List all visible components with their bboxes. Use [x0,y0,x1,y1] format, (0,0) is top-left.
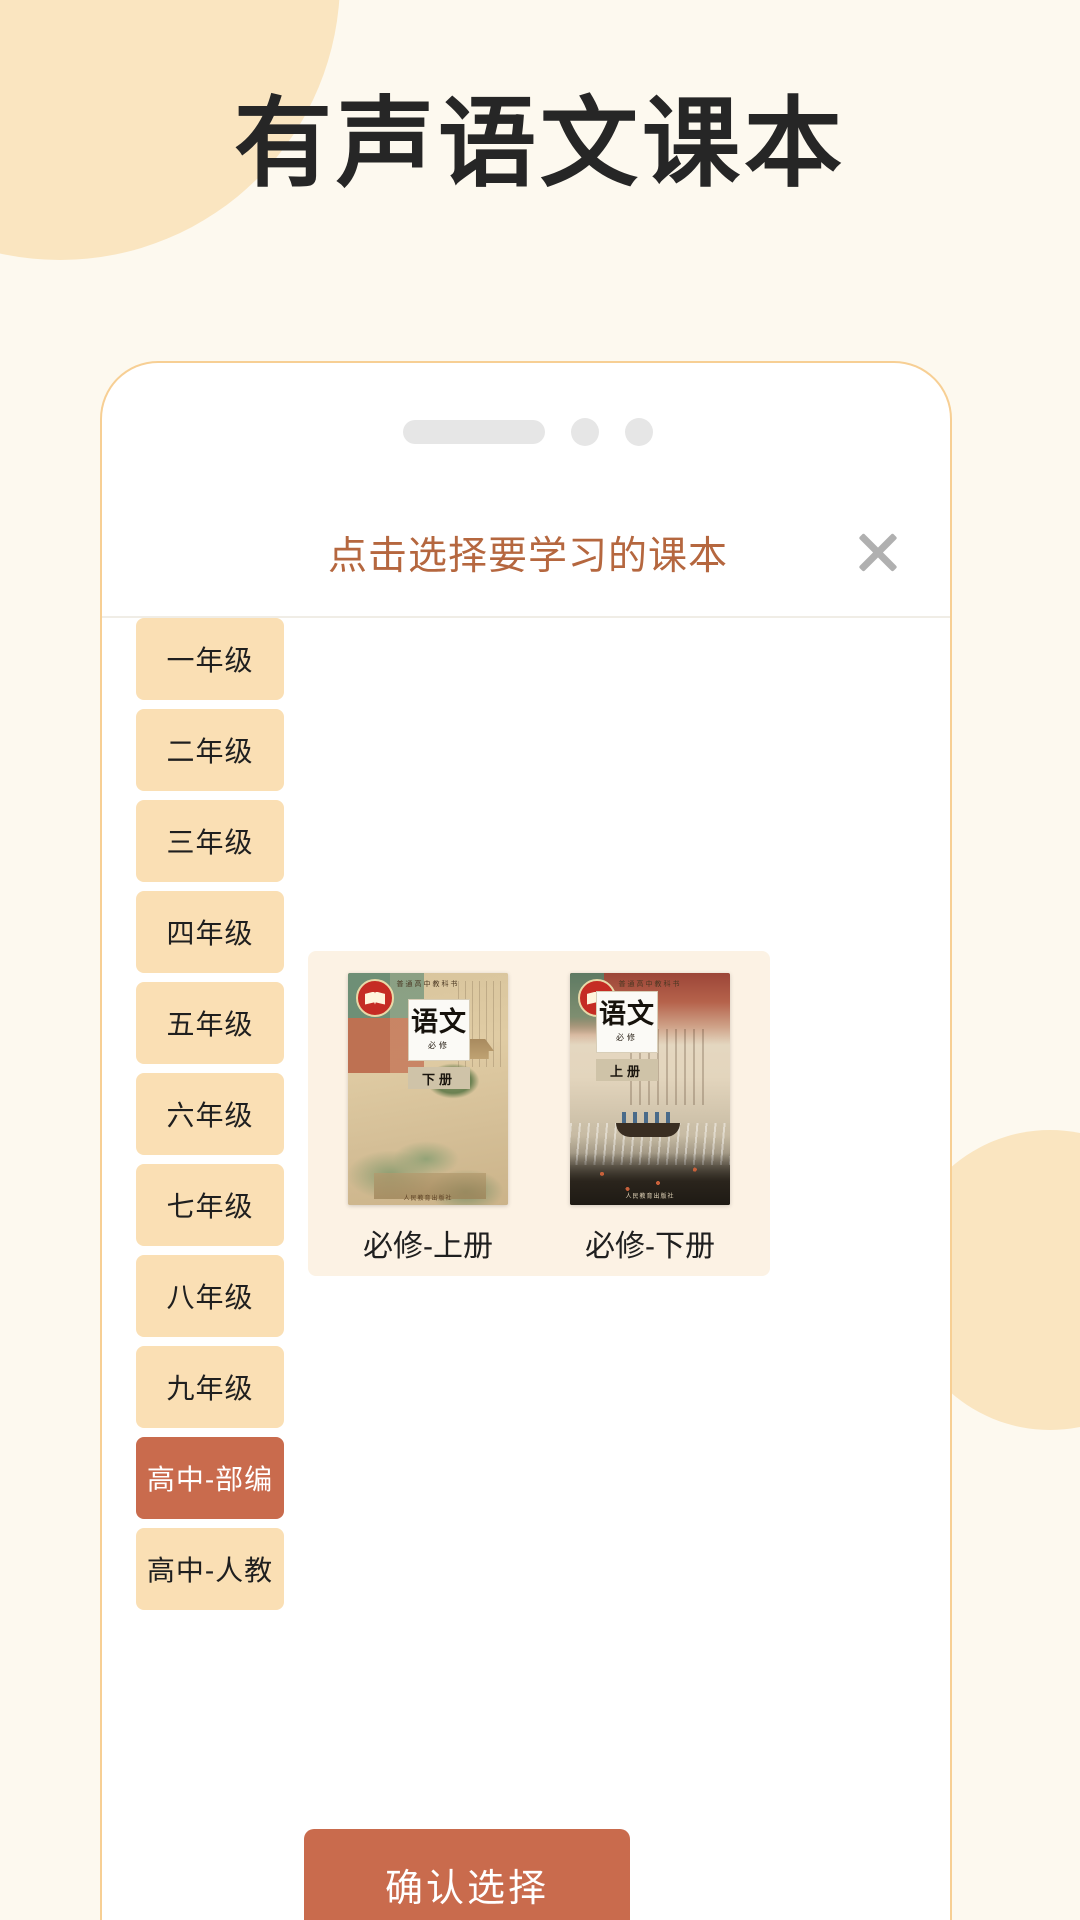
modal-body: 一年级 二年级 三年级 四年级 五年级 六年级 七年级 八年级 九年级 高中-部… [102,618,950,1920]
cover-boat [616,1123,680,1137]
grade-item-label: 八年级 [166,1282,254,1313]
grade-list: 一年级 二年级 三年级 四年级 五年级 六年级 七年级 八年级 九年级 高中-部… [136,618,284,1619]
grade-item-label: 高中-人教 [146,1555,274,1586]
cover-subtitle-text-2: 必修 [616,1033,638,1042]
notch-dot-1 [571,418,599,446]
grade-item-label: 九年级 [166,1373,254,1404]
grade-item-2[interactable]: 二年级 [136,709,284,791]
modal-header: 点击选择要学习的课本 [102,503,950,618]
page-title: 有声语文课本 [233,88,846,198]
grade-item-label: 六年级 [166,1100,254,1131]
confirm-selection-label: 确认选择 [384,1867,549,1910]
books-panel: 普通高中教科书 语文 必修 下册 人民教育出版社 必修-上册 普通高中教科书 语… [308,951,770,1276]
book-label-2: 必修-下册 [585,1230,715,1263]
close-icon[interactable] [850,523,906,579]
grade-item-8[interactable]: 八年级 [136,1255,284,1337]
phone-notch [102,418,950,446]
cover-title-plate-1: 语文 必修 [408,999,470,1061]
grade-item-4[interactable]: 四年级 [136,891,284,973]
cover-volume-text-2: 上册 [596,1059,658,1081]
cover-subtitle-text-1: 必修 [428,1041,450,1050]
grade-item-5[interactable]: 五年级 [136,982,284,1064]
books-row: 普通高中教科书 语文 必修 下册 人民教育出版社 必修-上册 普通高中教科书 语… [308,973,770,1265]
cover-publisher-1: 人民教育出版社 [403,1196,453,1202]
grade-item-label: 五年级 [166,1009,254,1040]
grade-item-9[interactable]: 九年级 [136,1346,284,1428]
grade-item-senior-renjiao[interactable]: 高中-人教 [136,1528,284,1610]
grade-item-6[interactable]: 六年级 [136,1073,284,1155]
app-root: 有声语文课本 点击选择要学习的课本 一年级 二年级 三年级 四年级 五年级 六年… [0,0,1080,1920]
cover-publisher-2: 人民教育出版社 [625,1194,675,1200]
grade-item-label: 三年级 [166,827,254,858]
book-item-2[interactable]: 普通高中教科书 语文 必修 上册 人民教育出版社 必修-下册 [570,973,730,1265]
cover-volume-text-1: 下册 [408,1067,470,1089]
grade-item-1[interactable]: 一年级 [136,618,284,700]
phone-preview-card: 点击选择要学习的课本 一年级 二年级 三年级 四年级 五年级 六年级 七年级 八… [100,361,952,1920]
grade-item-label: 四年级 [166,918,254,949]
book-cover-2: 普通高中教科书 语文 必修 上册 人民教育出版社 [570,973,730,1205]
grade-item-3[interactable]: 三年级 [136,800,284,882]
book-label-1: 必修-上册 [363,1230,493,1263]
cover-title-plate-2: 语文 必修 [596,991,658,1053]
grade-item-label: 一年级 [166,645,254,676]
grade-item-label: 七年级 [166,1191,254,1222]
grade-item-label: 高中-部编 [146,1464,274,1495]
cover-title-text-1: 语文 [411,1007,467,1037]
grade-item-senior-bubian[interactable]: 高中-部编 [136,1437,284,1519]
modal-title: 点击选择要学习的课本 [327,535,728,578]
book-cover-1: 普通高中教科书 语文 必修 下册 人民教育出版社 [348,973,508,1205]
grade-item-7[interactable]: 七年级 [136,1164,284,1246]
notch-dot-2 [625,418,653,446]
seal-emblem-icon [356,979,394,1017]
open-book-glyph-icon [365,991,385,1005]
grade-item-label: 二年级 [166,736,254,767]
cover-title-text-2: 语文 [599,999,655,1029]
notch-speaker-bar [403,420,545,444]
book-item-1[interactable]: 普通高中教科书 语文 必修 下册 人民教育出版社 必修-上册 [348,973,508,1265]
confirm-selection-button[interactable]: 确认选择 [304,1829,630,1920]
